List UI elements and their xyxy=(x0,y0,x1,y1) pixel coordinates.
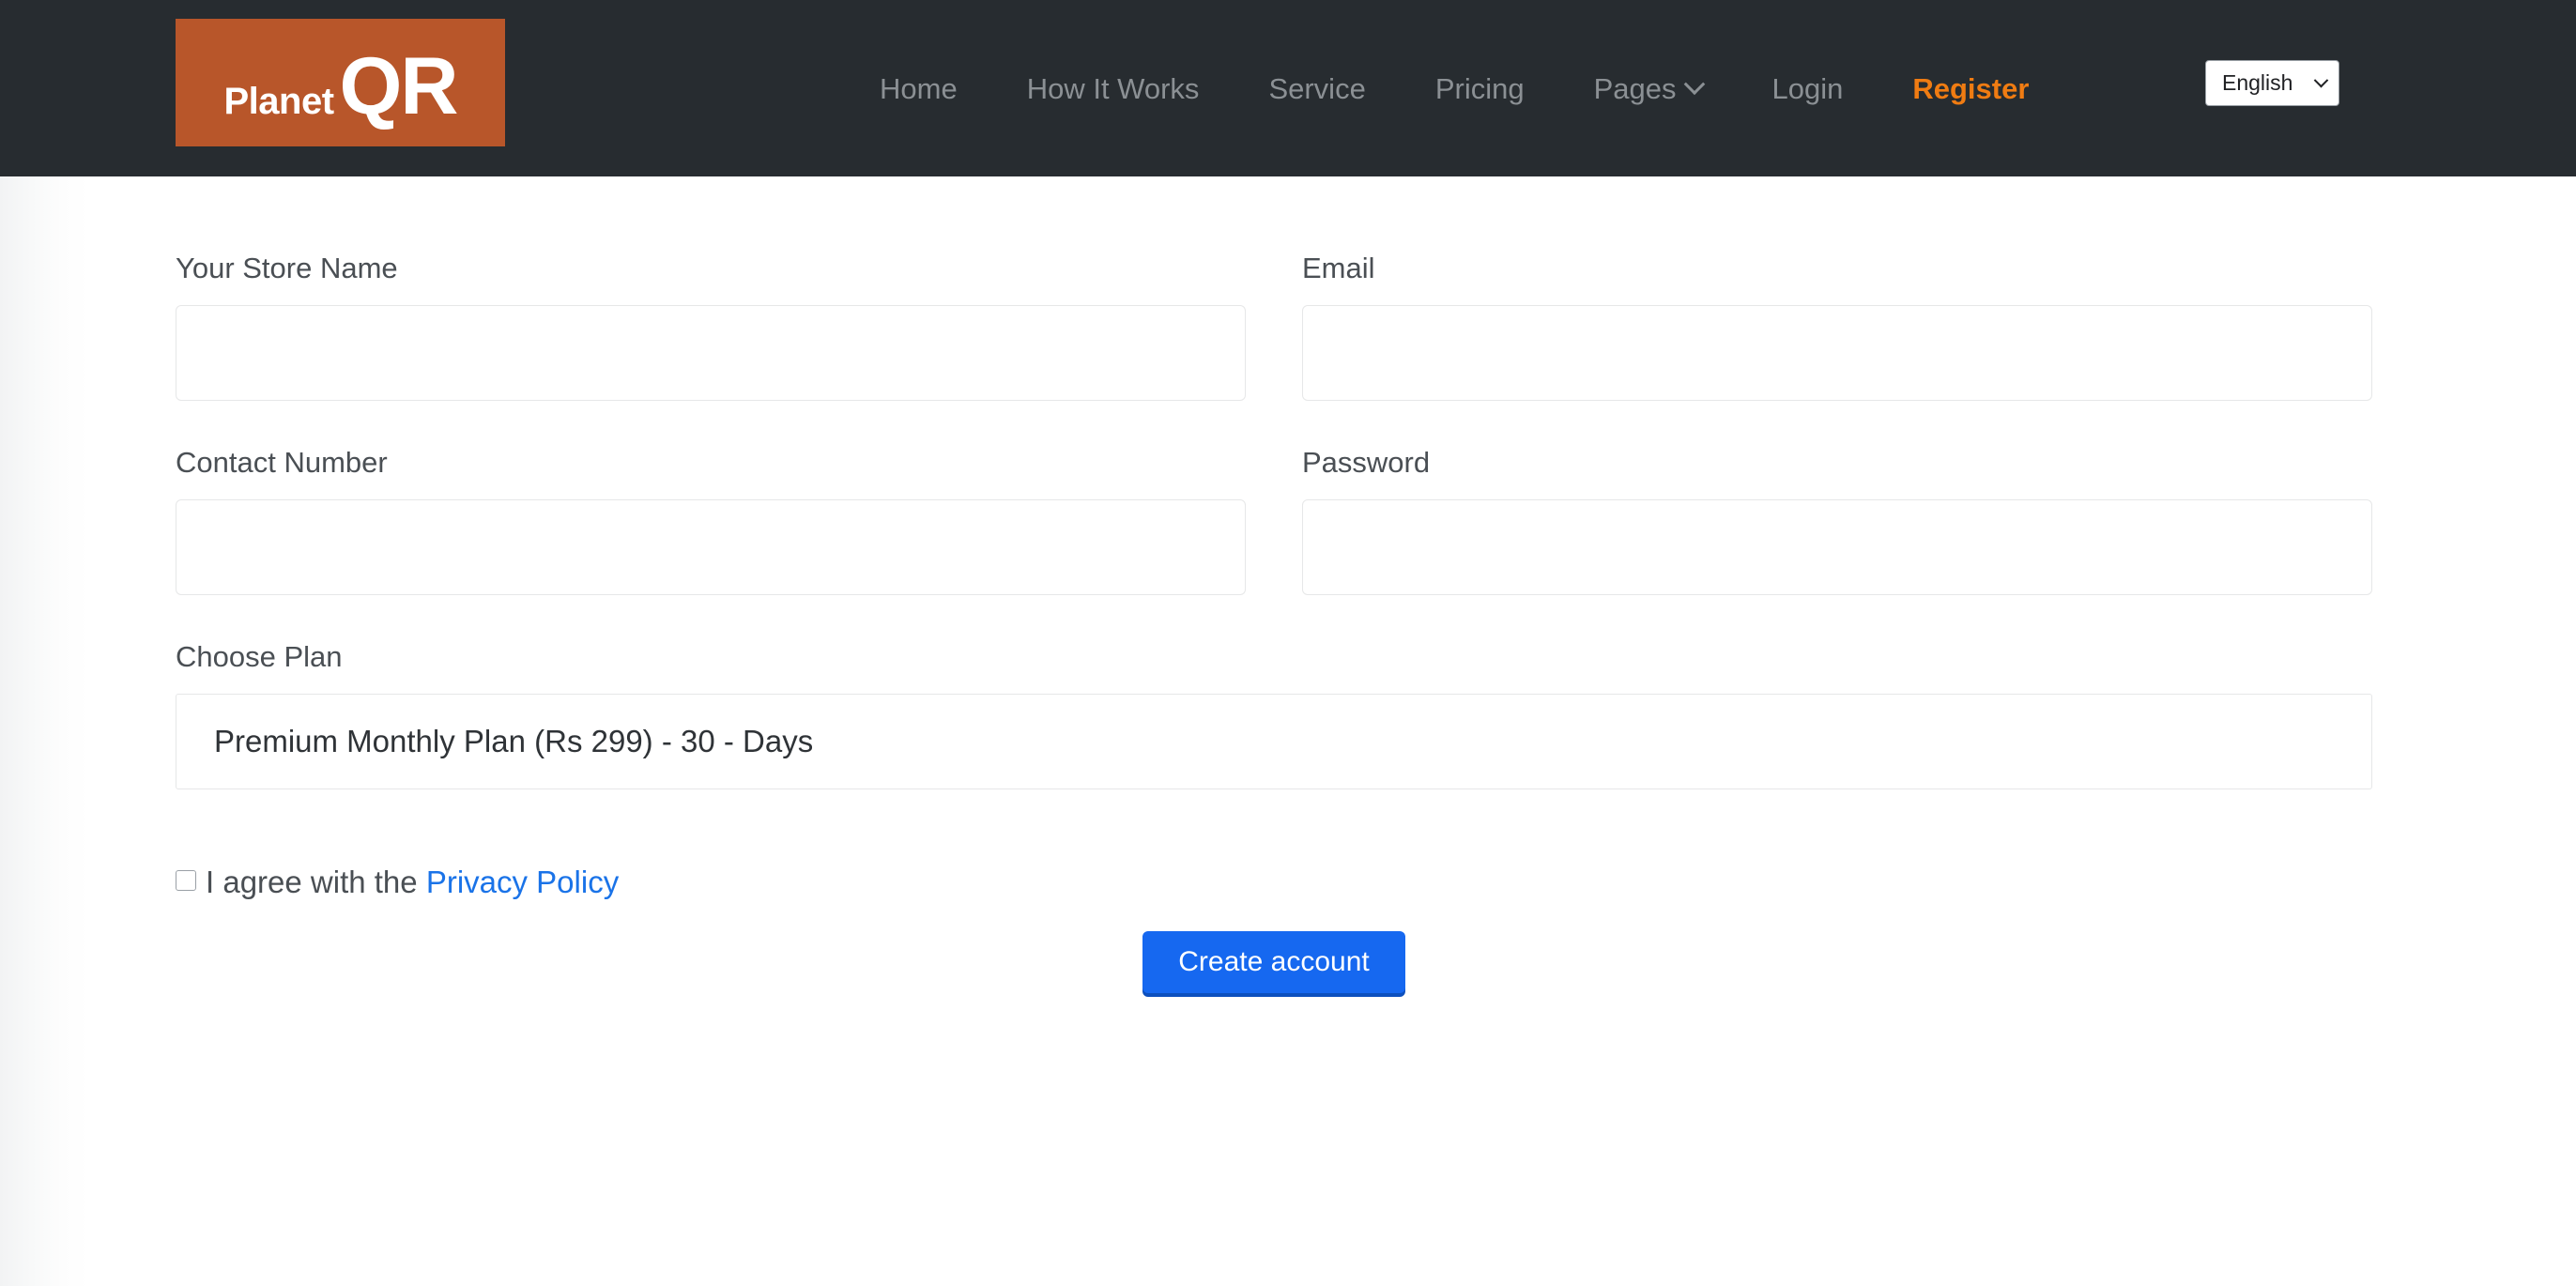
registration-form: Your Store Name Email Contact Number Pas… xyxy=(176,176,2372,993)
nav-item-pages[interactable]: Pages xyxy=(1559,71,1738,105)
form-row-gap-2 xyxy=(176,595,2372,642)
nav-item-login-label: Login xyxy=(1771,71,1844,105)
form-row-gap-3 xyxy=(176,789,2372,866)
nav-item-how-it-works-label: How It Works xyxy=(1026,71,1200,105)
nav-item-pages-label: Pages xyxy=(1593,71,1677,105)
choose-plan-label: Choose Plan xyxy=(176,640,343,673)
nav-item-register[interactable]: Register xyxy=(1878,74,2063,103)
brand-logo-text: Planet QR xyxy=(223,41,459,131)
nav-item-service-label: Service xyxy=(1268,71,1366,105)
nav-item-how-it-works[interactable]: How It Works xyxy=(992,74,1234,103)
brand-logo-planet: Planet xyxy=(223,81,334,122)
chevron-down-icon xyxy=(1684,73,1706,96)
language-select-value: English xyxy=(2222,70,2293,95)
submit-row: Create account xyxy=(176,931,2372,993)
choose-plan-selected-value: Premium Monthly Plan (Rs 299) - 30 - Day… xyxy=(214,724,814,758)
privacy-agreement-row: I agree with the Privacy Policy xyxy=(176,866,2372,897)
email-input[interactable] xyxy=(1302,305,2372,401)
contact-number-label: Contact Number xyxy=(176,446,388,479)
field-store-name: Your Store Name xyxy=(176,253,1246,401)
privacy-agreement-prefix: I agree with the xyxy=(206,865,426,899)
nav-item-login[interactable]: Login xyxy=(1737,74,1878,103)
create-account-button[interactable]: Create account xyxy=(1142,931,1405,993)
nav-item-home[interactable]: Home xyxy=(845,74,992,103)
privacy-agreement-checkbox[interactable] xyxy=(176,870,196,891)
nav-item-pricing-label: Pricing xyxy=(1434,71,1525,105)
form-row-2: Contact Number Password xyxy=(176,448,2372,595)
main-navigation: Home How It Works Service Pricing Pages … xyxy=(845,0,2063,176)
language-select[interactable]: English xyxy=(2205,60,2339,106)
field-email: Email xyxy=(1302,253,2372,401)
contact-number-input[interactable] xyxy=(176,499,1246,595)
field-password: Password xyxy=(1302,448,2372,595)
field-contact-number: Contact Number xyxy=(176,448,1246,595)
privacy-agreement-text: I agree with the Privacy Policy xyxy=(206,866,619,897)
password-input[interactable] xyxy=(1302,499,2372,595)
nav-item-register-label: Register xyxy=(1912,71,2030,105)
email-label: Email xyxy=(1302,252,1375,284)
nav-item-home-label: Home xyxy=(880,71,958,105)
nav-item-pricing[interactable]: Pricing xyxy=(1401,74,1559,103)
form-row-gap-1 xyxy=(176,401,2372,448)
brand-logo[interactable]: Planet QR xyxy=(176,19,505,146)
password-label: Password xyxy=(1302,446,1431,479)
store-name-input[interactable] xyxy=(176,305,1246,401)
nav-item-service[interactable]: Service xyxy=(1234,74,1400,103)
form-top-spacer xyxy=(176,176,2372,253)
register-page: Planet QR Home How It Works Service Pric… xyxy=(0,0,2576,1286)
field-choose-plan: Choose Plan Premium Monthly Plan (Rs 299… xyxy=(176,642,2372,789)
choose-plan-select[interactable]: Premium Monthly Plan (Rs 299) - 30 - Day… xyxy=(176,694,2372,789)
site-header: Planet QR Home How It Works Service Pric… xyxy=(0,0,2576,176)
form-row-1: Your Store Name Email xyxy=(176,253,2372,401)
brand-logo-qr: QR xyxy=(339,41,459,131)
privacy-policy-link[interactable]: Privacy Policy xyxy=(426,865,619,899)
store-name-label: Your Store Name xyxy=(176,252,398,284)
page-left-edge-gradient xyxy=(0,176,89,1286)
form-row-3: Choose Plan Premium Monthly Plan (Rs 299… xyxy=(176,642,2372,789)
chevron-down-icon xyxy=(2313,72,2329,88)
